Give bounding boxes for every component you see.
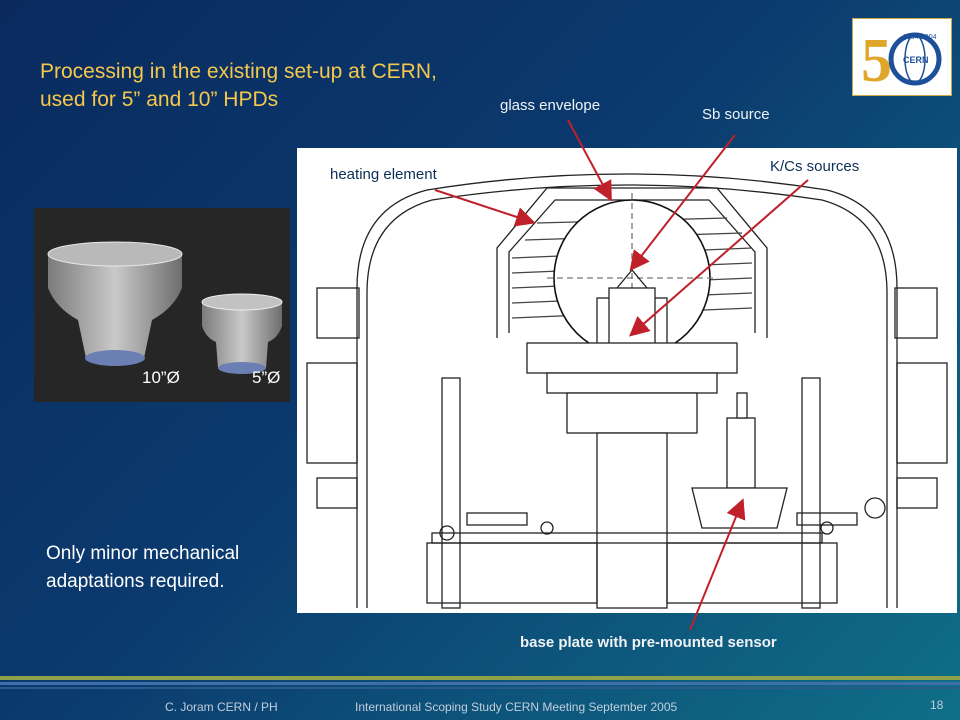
- logo-years: 1954-2004: [903, 34, 937, 41]
- label-sb-source: Sb source: [702, 106, 770, 123]
- note-text: Only minor mechanical adaptations requir…: [46, 543, 240, 592]
- vacuum-setup-drawing: [297, 148, 957, 613]
- slide-title: Processing in the existing set-up at CER…: [40, 60, 437, 111]
- footer-author: C. Joram CERN / PH: [165, 700, 278, 714]
- label-heating-element: heating element: [330, 166, 437, 183]
- footer-rule-olive: [0, 676, 960, 680]
- label-kcs-sources: K/Cs sources: [770, 158, 860, 175]
- photo-label-5-inch: 5”Ø: [252, 368, 281, 387]
- cern-50-logo: 5 1954-2004 CERN: [852, 18, 952, 96]
- page-number: 18: [930, 698, 944, 712]
- label-glass-envelope: glass envelope: [500, 97, 601, 114]
- label-base-plate: base plate with pre-mounted sensor: [520, 634, 777, 651]
- hpd-tubes-photo: 10”Ø 5”Ø: [34, 208, 290, 402]
- footer-rule-thin: [0, 687, 960, 689]
- svg-text:5: 5: [861, 27, 892, 95]
- logo-cern-text: CERN: [903, 55, 929, 65]
- photo-label-10-inch: 10”Ø: [142, 368, 180, 387]
- footer-rule-blue: [0, 682, 960, 685]
- cern-50-emblem-icon: 5 1954-2004 CERN: [861, 27, 942, 95]
- footer-event: International Scoping Study CERN Meeting…: [355, 700, 678, 714]
